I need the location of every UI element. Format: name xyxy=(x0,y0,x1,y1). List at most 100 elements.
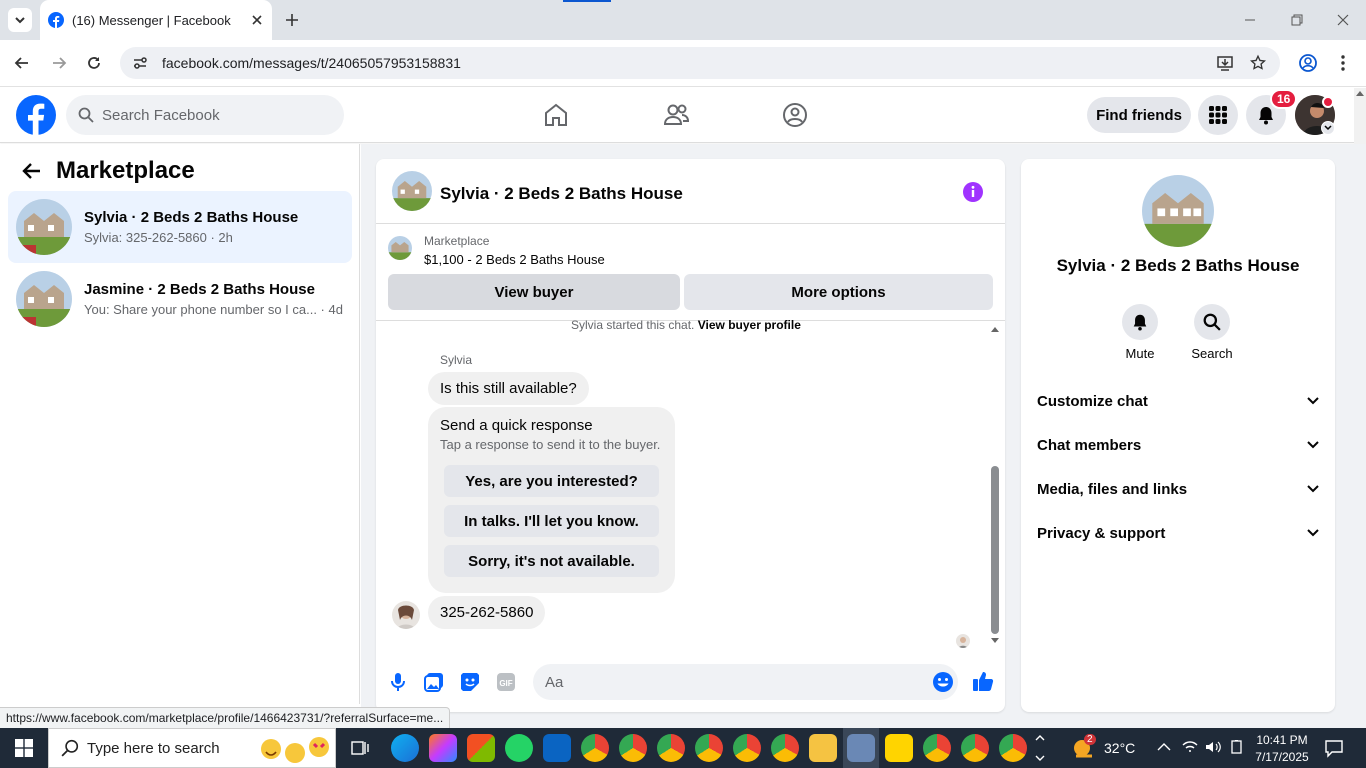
account-chevron[interactable] xyxy=(1321,121,1335,135)
facebook-logo-icon[interactable] xyxy=(16,95,56,135)
gif-icon[interactable]: GIF xyxy=(496,672,516,692)
chrome-icon[interactable] xyxy=(923,734,951,762)
quick-response-title: Send a quick response xyxy=(440,417,593,434)
outlook-icon[interactable] xyxy=(543,734,571,762)
quick-reply-button[interactable]: In talks. I'll let you know. xyxy=(444,505,659,537)
conversation-item-sylvia[interactable]: Sylvia · 2 Beds 2 Baths House Sylvia: 32… xyxy=(8,191,352,263)
message-bubble[interactable]: Is this still available? xyxy=(428,372,589,405)
info-name: Sylvia · 2 Beds 2 Baths House xyxy=(1056,256,1300,275)
chrome-icon[interactable] xyxy=(581,734,609,762)
quick-reply-button[interactable]: Sorry, it's not available. xyxy=(444,545,659,577)
scroll-up-icon[interactable] xyxy=(1354,88,1366,98)
section-chat-members[interactable]: Chat members xyxy=(1021,423,1335,467)
sticky-notes-icon[interactable] xyxy=(885,734,913,762)
section-privacy-support[interactable]: Privacy & support xyxy=(1021,511,1335,555)
weather-badge: 2 xyxy=(1084,734,1096,745)
browser-menu-icon[interactable] xyxy=(1338,54,1348,72)
task-view-icon[interactable] xyxy=(350,738,370,758)
profile-icon[interactable] xyxy=(1298,53,1318,73)
conversation-name: Jasmine · 2 Beds 2 Baths House xyxy=(84,281,315,298)
menu-button[interactable] xyxy=(1198,95,1238,135)
view-buyer-button[interactable]: View buyer xyxy=(388,274,680,310)
scroll-down-icon[interactable] xyxy=(990,637,1000,645)
quick-reply-button[interactable]: Yes, are you interested? xyxy=(444,465,659,497)
volume-icon[interactable] xyxy=(1205,740,1221,754)
chrome-icon[interactable] xyxy=(999,734,1027,762)
facebook-favicon-icon xyxy=(48,12,64,28)
sender-name: Sylvia xyxy=(440,353,473,367)
more-options-button[interactable]: More options xyxy=(684,274,993,310)
photo-icon[interactable] xyxy=(424,672,444,692)
info-icon[interactable] xyxy=(962,181,984,203)
copilot-icon[interactable] xyxy=(429,734,457,762)
thumbs-up-icon[interactable] xyxy=(972,670,994,692)
address-bar[interactable]: facebook.com/messages/t/2406505795315883… xyxy=(120,47,1280,79)
quick-response-card: Send a quick response Tap a response to … xyxy=(428,407,675,593)
chrome-icon[interactable] xyxy=(961,734,989,762)
battery-icon[interactable] xyxy=(1229,740,1245,754)
chrome-icon[interactable] xyxy=(619,734,647,762)
close-icon[interactable] xyxy=(252,15,262,25)
search-in-conversation-button[interactable]: Search xyxy=(1191,304,1233,361)
wifi-icon[interactable] xyxy=(1182,740,1198,754)
browser-tab[interactable]: (16) Messenger | Facebook xyxy=(40,0,272,40)
section-media-files-links[interactable]: Media, files and links xyxy=(1021,467,1335,511)
info-thumbnail[interactable] xyxy=(1142,175,1214,247)
conversation-item-jasmine[interactable]: Jasmine · 2 Beds 2 Baths House You: Shar… xyxy=(8,263,352,335)
quick-response-subtitle: Tap a response to send it to the buyer. xyxy=(440,437,661,452)
bookmark-star-icon[interactable] xyxy=(1249,54,1267,72)
forward-arrow-icon[interactable] xyxy=(51,55,67,71)
window-close-icon[interactable] xyxy=(1337,14,1349,26)
chrome-icon[interactable] xyxy=(695,734,723,762)
friends-icon[interactable] xyxy=(662,102,690,128)
search-icon xyxy=(61,739,79,757)
back-arrow-icon xyxy=(22,163,40,179)
chat-header-thumbnail[interactable] xyxy=(392,171,432,211)
groups-icon[interactable] xyxy=(782,102,808,128)
clock[interactable]: 10:41 PM 7/17/2025 xyxy=(1254,732,1310,766)
chat-scrollbar-thumb[interactable] xyxy=(991,466,999,634)
section-label: Customize chat xyxy=(1037,392,1148,410)
weather-temp[interactable]: 32°C xyxy=(1104,740,1135,756)
whatsapp-icon[interactable] xyxy=(505,734,533,762)
store-icon[interactable] xyxy=(467,734,495,762)
listing-title[interactable]: $1,100 - 2 Beds 2 Baths House xyxy=(424,252,605,267)
reload-icon[interactable] xyxy=(86,55,102,71)
taskbar-scroll-icon[interactable] xyxy=(1034,732,1046,764)
chat-title[interactable]: Sylvia · 2 Beds 2 Baths House xyxy=(440,184,683,204)
back-arrow-icon[interactable] xyxy=(14,55,30,71)
notification-center-icon[interactable] xyxy=(1324,738,1344,758)
install-app-icon[interactable] xyxy=(1216,54,1234,72)
sender-avatar[interactable] xyxy=(392,601,420,629)
new-tab-icon[interactable] xyxy=(284,12,300,28)
taskbar-search[interactable]: Type here to search xyxy=(48,728,336,768)
view-buyer-profile-link[interactable]: View buyer profile xyxy=(698,318,801,332)
chrome-icon[interactable] xyxy=(657,734,685,762)
chrome-icon[interactable] xyxy=(733,734,761,762)
back-button[interactable] xyxy=(22,161,42,181)
chevron-up-icon[interactable] xyxy=(1157,741,1171,753)
restore-icon[interactable] xyxy=(1291,14,1303,26)
chevron-down-icon xyxy=(15,17,25,24)
minimize-icon[interactable] xyxy=(1244,14,1256,26)
message-bubble[interactable]: 325-262-5860 xyxy=(428,596,546,629)
scroll-up-icon[interactable] xyxy=(990,325,1000,333)
microphone-icon[interactable] xyxy=(390,672,406,692)
emoji-icon[interactable] xyxy=(932,671,954,693)
file-explorer-icon[interactable] xyxy=(809,734,837,762)
section-customize-chat[interactable]: Customize chat xyxy=(1021,379,1335,423)
site-info-icon[interactable] xyxy=(132,55,148,71)
search-circle xyxy=(1194,304,1230,340)
windows-start-icon[interactable] xyxy=(15,739,33,757)
find-friends-button[interactable]: Find friends xyxy=(1087,97,1191,133)
chrome-icon[interactable] xyxy=(771,734,799,762)
facebook-search[interactable]: Search Facebook xyxy=(66,95,344,135)
sticker-icon[interactable] xyxy=(460,672,480,692)
tab-search-button[interactable] xyxy=(8,8,32,32)
snipping-tool-icon[interactable] xyxy=(847,734,875,762)
home-icon[interactable] xyxy=(543,102,569,128)
mute-button[interactable]: Mute xyxy=(1121,304,1159,361)
edge-icon[interactable] xyxy=(391,734,419,762)
chat-started-text: Sylvia started this chat. xyxy=(571,318,695,332)
message-input[interactable]: Aa xyxy=(533,664,958,700)
